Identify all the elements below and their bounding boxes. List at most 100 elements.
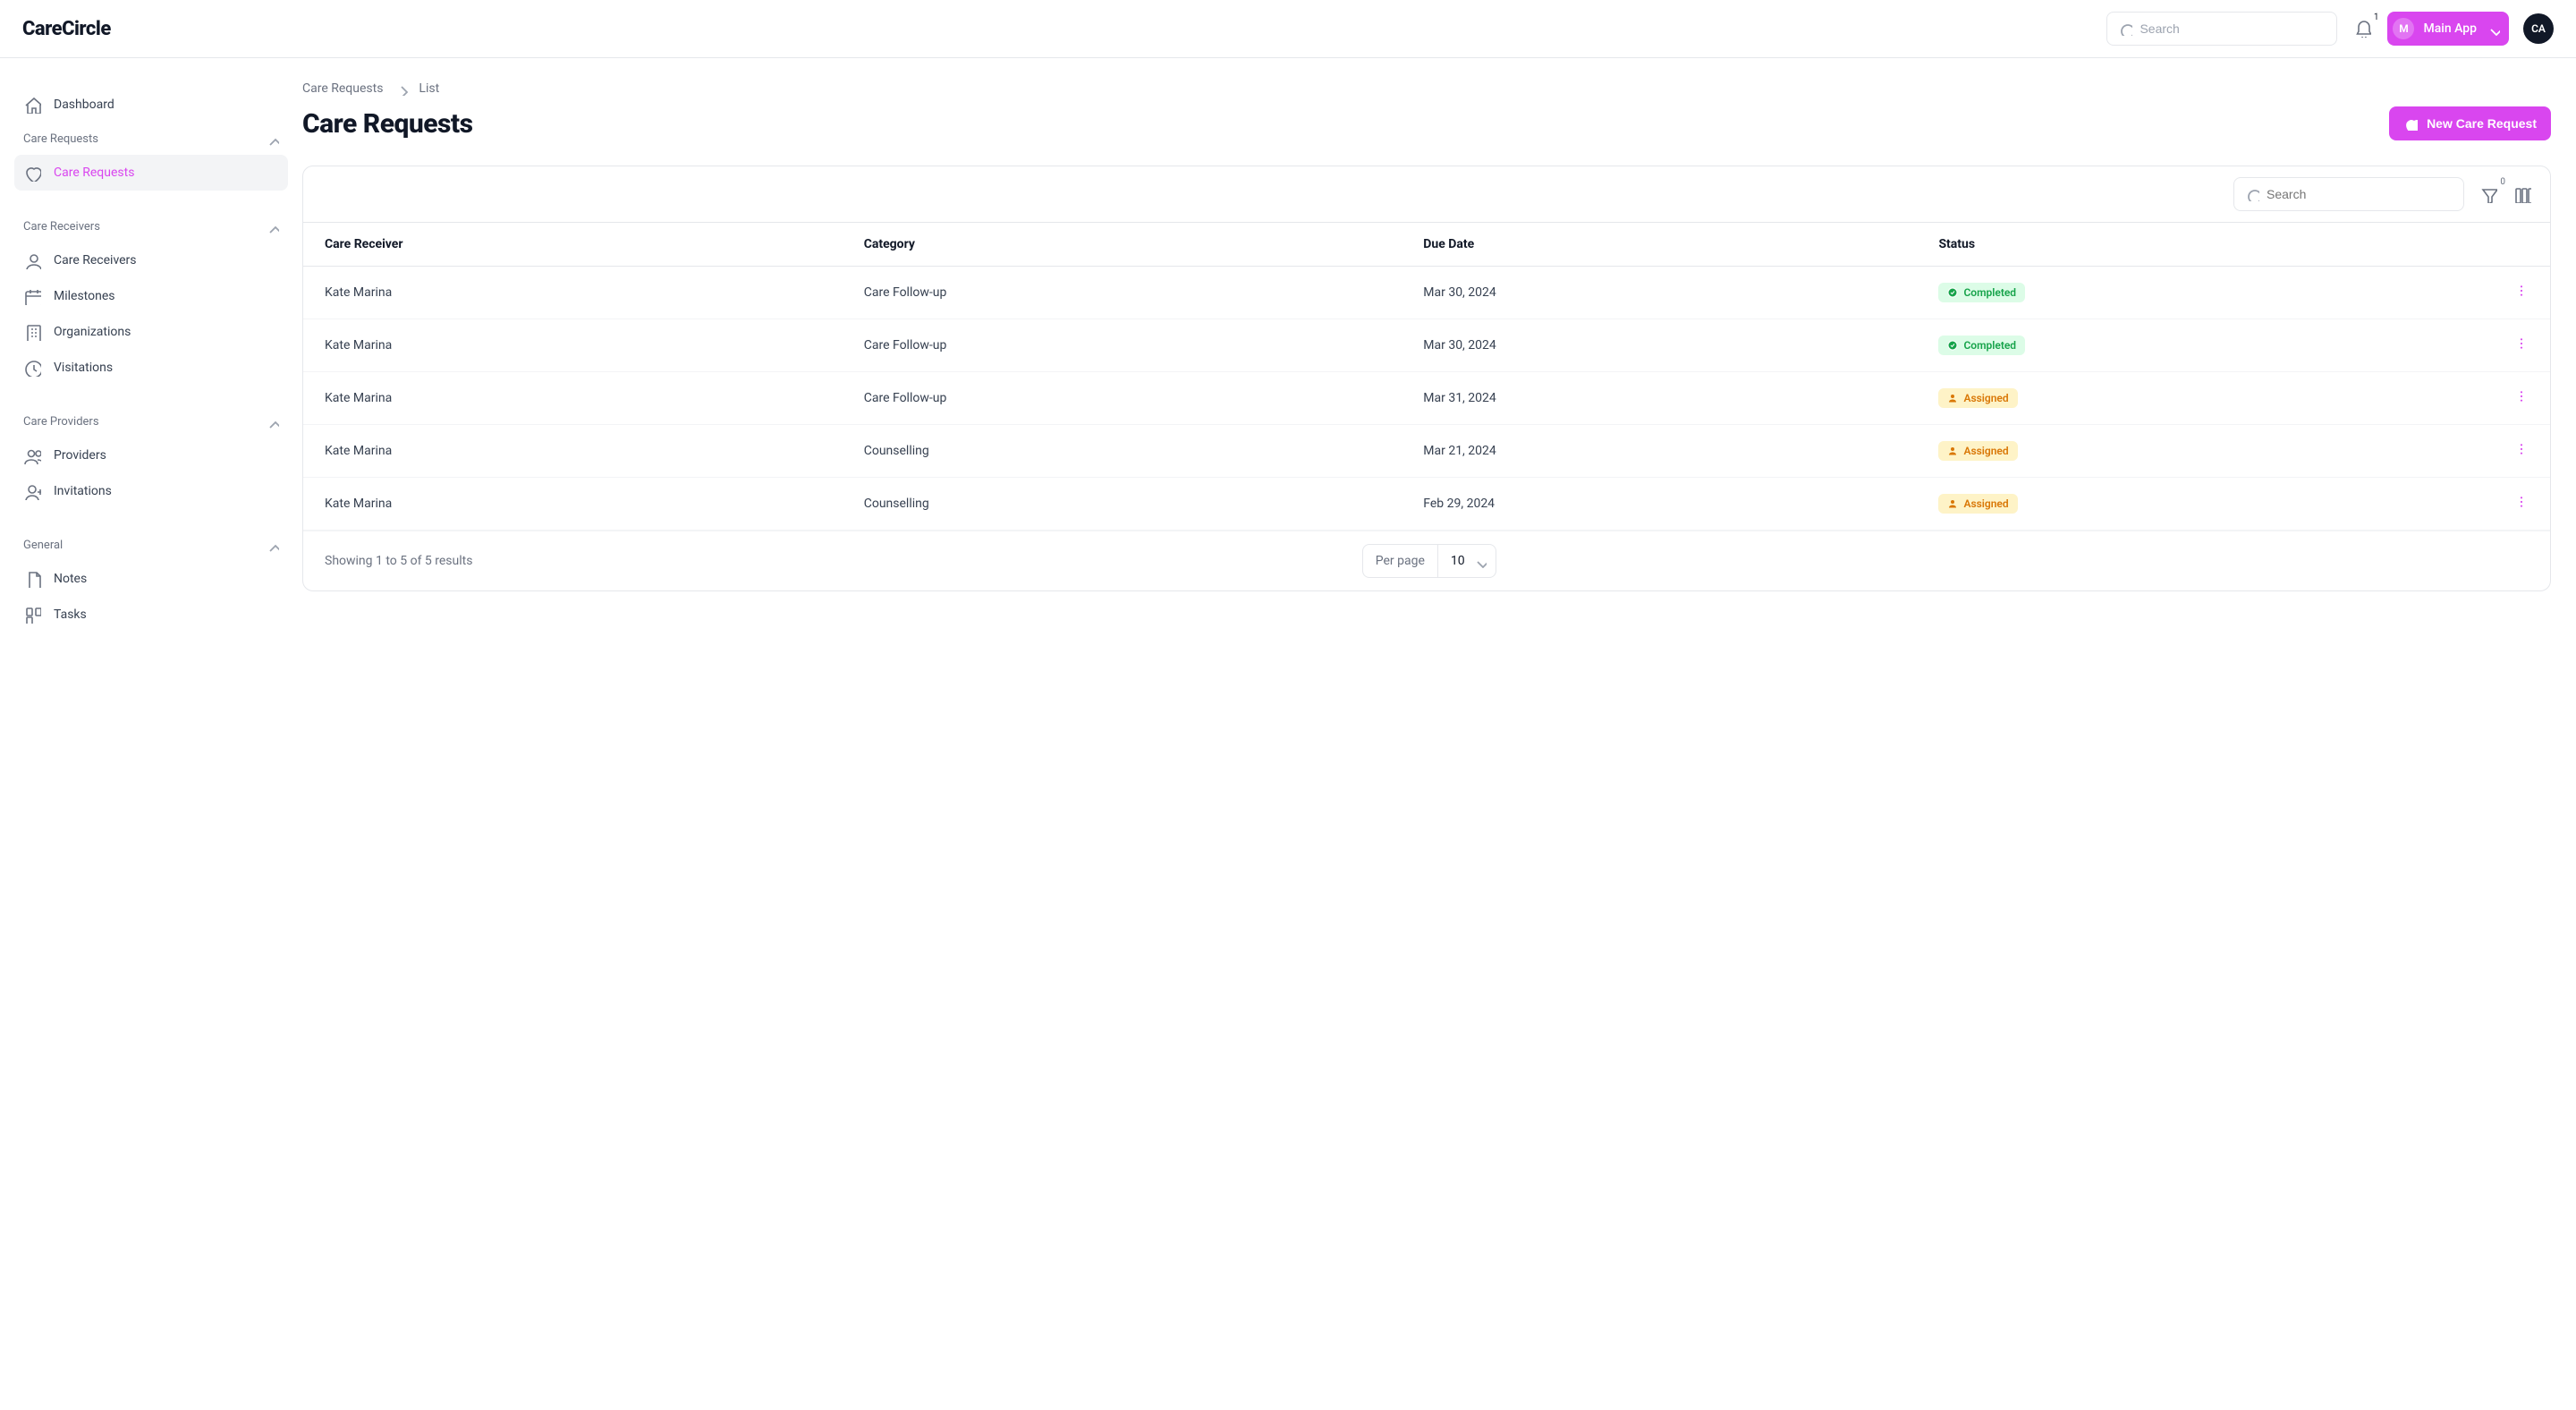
- check-circle-icon: [1947, 340, 1958, 351]
- sidebar-item-invitations[interactable]: Invitations: [14, 473, 288, 509]
- user-icon: [23, 251, 41, 269]
- sidebar-item-care-receivers[interactable]: Care Receivers: [14, 242, 288, 278]
- brand-logo[interactable]: CareCircle: [22, 18, 111, 40]
- user-plus-icon: [23, 482, 41, 500]
- app-switcher[interactable]: M Main App: [2387, 12, 2509, 46]
- chevron-up-icon: [265, 538, 279, 552]
- doc-icon: [23, 570, 41, 588]
- chevron-down-icon: [2486, 21, 2500, 36]
- status-badge: Completed: [1938, 283, 2025, 302]
- app-switch-label: Main App: [2423, 21, 2477, 36]
- cell-receiver: Kate Marina: [303, 372, 843, 425]
- cell-status: Completed: [1917, 267, 2493, 319]
- row-actions-button[interactable]: [2514, 446, 2529, 460]
- table-row[interactable]: Kate MarinaCounsellingFeb 29, 2024Assign…: [303, 478, 2550, 531]
- users-icon: [23, 446, 41, 464]
- sidebar-item-label: Organizations: [54, 325, 131, 339]
- chevron-down-icon: [1472, 554, 1487, 568]
- sidebar-section-label: General: [23, 539, 63, 552]
- sidebar-item-providers[interactable]: Providers: [14, 437, 288, 473]
- user-icon: [1947, 498, 1958, 509]
- heart-icon: [2403, 116, 2418, 131]
- cell-due-date: Mar 21, 2024: [1402, 425, 1917, 478]
- global-search-input[interactable]: [2140, 21, 2326, 36]
- user-avatar[interactable]: CA: [2523, 13, 2554, 44]
- home-icon: [23, 96, 41, 114]
- chevron-up-icon: [265, 414, 279, 429]
- sidebar-item-dashboard[interactable]: Dashboard: [14, 87, 288, 123]
- sidebar-item-organizations[interactable]: Organizations: [14, 314, 288, 350]
- cell-status: Assigned: [1917, 372, 2493, 425]
- sidebar-item-label: Visitations: [54, 361, 113, 375]
- table-card: 0 Care ReceiverCategoryDue DateStatus Ka…: [302, 166, 2551, 591]
- cell-category: Care Follow-up: [843, 319, 1402, 372]
- sidebar-section-header[interactable]: Care Providers: [14, 405, 288, 437]
- column-header[interactable]: Category: [843, 223, 1402, 267]
- clock-icon: [23, 359, 41, 377]
- sidebar-section-header[interactable]: General: [14, 529, 288, 561]
- heart-icon: [23, 164, 41, 182]
- columns-icon: [2513, 185, 2531, 203]
- cell-status: Assigned: [1917, 425, 2493, 478]
- status-badge: Assigned: [1938, 494, 2017, 514]
- sidebar-item-care-requests[interactable]: Care Requests: [14, 155, 288, 191]
- results-summary: Showing 1 to 5 of 5 results: [325, 554, 472, 568]
- column-header[interactable]: Care Receiver: [303, 223, 843, 267]
- filter-count: 0: [2500, 177, 2505, 187]
- table-search[interactable]: [2233, 177, 2464, 211]
- table-row[interactable]: Kate MarinaCare Follow-upMar 30, 2024Com…: [303, 267, 2550, 319]
- chevron-up-icon: [265, 219, 279, 234]
- column-header[interactable]: Status: [1917, 223, 2493, 267]
- topbar: CareCircle 1 M Main App CA: [0, 0, 2576, 58]
- row-actions-button[interactable]: [2514, 393, 2529, 407]
- row-actions-button[interactable]: [2514, 340, 2529, 354]
- sidebar-section-label: Care Receivers: [23, 220, 100, 234]
- cell-status: Completed: [1917, 319, 2493, 372]
- check-circle-icon: [1947, 287, 1958, 298]
- sidebar-item-label: Tasks: [54, 607, 87, 622]
- sidebar: Dashboard Care Requests Care Requests Care…: [0, 58, 302, 1410]
- filter-button[interactable]: 0: [2479, 184, 2498, 204]
- dots-vertical-icon: [2514, 284, 2529, 298]
- table-search-input[interactable]: [2267, 187, 2453, 201]
- sidebar-item-notes[interactable]: Notes: [14, 561, 288, 597]
- sidebar-item-milestones[interactable]: Milestones: [14, 278, 288, 314]
- chevron-up-icon: [265, 132, 279, 146]
- new-care-request-button[interactable]: New Care Request: [2389, 106, 2551, 140]
- sidebar-item-visitations[interactable]: Visitations: [14, 350, 288, 386]
- table-row[interactable]: Kate MarinaCare Follow-upMar 31, 2024Ass…: [303, 372, 2550, 425]
- cell-category: Counselling: [843, 425, 1402, 478]
- columns-button[interactable]: [2512, 184, 2532, 204]
- sidebar-section-header[interactable]: Care Requests: [14, 123, 288, 155]
- cell-due-date: Mar 30, 2024: [1402, 319, 1917, 372]
- column-header[interactable]: Due Date: [1402, 223, 1917, 267]
- sidebar-section-header[interactable]: Care Receivers: [14, 210, 288, 242]
- main: Care Requests List Care Requests New Car…: [302, 58, 2576, 1410]
- global-search[interactable]: [2106, 12, 2337, 46]
- status-badge: Assigned: [1938, 388, 2017, 408]
- sidebar-item-label: Dashboard: [54, 98, 114, 112]
- dots-vertical-icon: [2514, 336, 2529, 351]
- sidebar-item-tasks[interactable]: Tasks: [14, 597, 288, 633]
- dots-vertical-icon: [2514, 495, 2529, 509]
- user-icon: [1947, 446, 1958, 456]
- cell-receiver: Kate Marina: [303, 319, 843, 372]
- row-actions-button[interactable]: [2514, 498, 2529, 513]
- per-page-selector[interactable]: Per page 10: [1362, 544, 1496, 578]
- status-badge: Completed: [1938, 336, 2025, 355]
- breadcrumb-parent[interactable]: Care Requests: [302, 81, 383, 96]
- search-icon: [2245, 187, 2259, 201]
- sidebar-item-label: Providers: [54, 448, 106, 463]
- dots-vertical-icon: [2514, 389, 2529, 403]
- table-row[interactable]: Kate MarinaCounsellingMar 21, 2024Assign…: [303, 425, 2550, 478]
- sidebar-item-label: Notes: [54, 572, 87, 586]
- status-badge: Assigned: [1938, 441, 2017, 461]
- filter-icon: [2479, 185, 2497, 203]
- sidebar-section-label: Care Providers: [23, 415, 99, 429]
- row-actions-button[interactable]: [2514, 287, 2529, 302]
- sidebar-item-label: Care Requests: [54, 166, 134, 180]
- notifications-button[interactable]: 1: [2351, 18, 2373, 39]
- notification-count: 1: [2374, 13, 2379, 22]
- per-page-label: Per page: [1363, 544, 1438, 578]
- table-row[interactable]: Kate MarinaCare Follow-upMar 30, 2024 Com…: [303, 319, 2550, 372]
